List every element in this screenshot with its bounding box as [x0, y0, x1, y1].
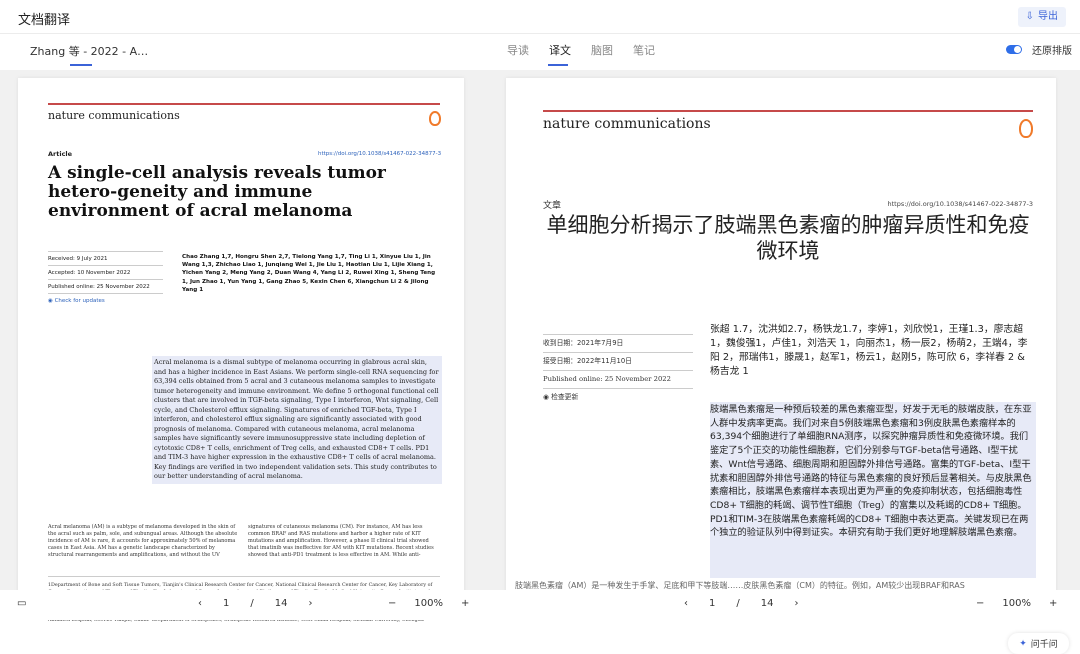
current-page[interactable]: 1 — [223, 598, 229, 609]
author-list: 张超 1.7，沈洪如2.7，杨铁龙1.7，李婷1，刘欣悦1，王瑾1.3，廖志超1… — [710, 324, 1028, 377]
article-label: Article — [48, 150, 73, 158]
tab-notes[interactable]: 笔记 — [633, 42, 655, 58]
next-page-icon[interactable]: › — [794, 598, 798, 609]
zoom-level: 100% — [414, 598, 443, 609]
current-page[interactable]: 1 — [709, 598, 715, 609]
doi-link[interactable]: https://doi.org/10.1038/s41467-022-34877… — [887, 200, 1033, 208]
export-button[interactable]: ⇩ 导出 — [1017, 7, 1066, 27]
document-tab[interactable]: Zhang 等 - 2022 - A… — [30, 43, 148, 59]
tab-mindmap[interactable]: 脑图 — [591, 42, 613, 58]
document-tab-bar: Zhang 等 - 2022 - A… — [0, 34, 486, 70]
received-date: Received: 9 July 2021 — [48, 251, 163, 265]
app-title: 文档翻译 — [18, 13, 71, 28]
journal-rule — [48, 103, 440, 105]
next-page-icon[interactable]: › — [308, 598, 312, 609]
total-pages: 14 — [274, 598, 288, 609]
top-bar: 文档翻译 ⇩ 导出 — [0, 0, 1080, 34]
page-separator: / — [250, 598, 254, 609]
ask-qianwen-button[interactable]: ✦ 问千问 — [1008, 633, 1069, 654]
doi-link[interactable]: https://doi.org/10.1038/s41467-022-34877… — [318, 151, 441, 157]
accepted-date: Accepted: 10 November 2022 — [48, 265, 163, 279]
active-tab-indicator — [70, 64, 92, 66]
zoom-out-icon[interactable]: − — [976, 598, 984, 609]
sidebar-toggle-icon[interactable]: ▭ — [17, 598, 26, 609]
ask-qianwen-label: 问千问 — [1030, 640, 1058, 650]
original-document-pane: Zhang 等 - 2022 - A… nature communication… — [0, 34, 486, 623]
body-columns: Acral melanoma (AM) is a subtype of mela… — [48, 524, 440, 559]
left-zoom: − 100% + — [388, 598, 469, 609]
right-pager: ‹ 1 / 14 › — [684, 598, 798, 609]
check-updates-link[interactable]: ◉ Check for updates — [48, 293, 163, 307]
journal-name: nature communications — [48, 109, 180, 122]
right-zoom: − 100% + — [976, 598, 1057, 609]
dates-box: 收到日期：2021年7月9日 接受日期：2022年11月10日 Publishe… — [543, 334, 693, 406]
total-pages: 14 — [760, 598, 774, 609]
abstract-paragraph[interactable]: Acral melanoma is a dismal subtype of me… — [152, 356, 442, 484]
left-pager: ‹ 1 / 14 › — [198, 598, 312, 609]
zoom-out-icon[interactable]: − — [388, 598, 396, 609]
page-separator: / — [736, 598, 740, 609]
article-title: 单细胞分析揭示了肢端黑色素瘤的肿瘤异质性和免疫微环境 — [546, 213, 1030, 263]
journal-rule — [543, 110, 1033, 112]
assistant-icon: ✦ — [1019, 638, 1027, 649]
check-updates-link[interactable]: ◉ 检查更新 — [543, 388, 693, 406]
tab-translation[interactable]: 译文 — [549, 42, 571, 58]
published-date: Published online: 25 November 2022 — [543, 370, 693, 388]
article-title: A single-cell analysis reveals tumor het… — [48, 163, 386, 221]
body-column-right: signatures of cutaneous melanoma (CM). F… — [248, 524, 434, 558]
translation-tab-bar: 导读 译文 脑图 笔记 还原排版 — [486, 34, 1080, 70]
open-access-icon — [429, 111, 441, 126]
zoom-in-icon[interactable]: + — [1049, 598, 1057, 609]
restore-layout-label: 还原排版 — [1032, 46, 1072, 57]
export-label: 导出 — [1038, 11, 1058, 22]
journal-name: nature communications — [543, 116, 711, 132]
body-column-left: Acral melanoma (AM) is a subtype of mela… — [48, 524, 238, 558]
translated-page: nature communications 文章 https://doi.org… — [506, 78, 1069, 654]
prev-page-icon[interactable]: ‹ — [684, 598, 688, 609]
published-date: Published online: 25 November 2022 — [48, 279, 163, 293]
dates-box: Received: 9 July 2021 Accepted: 10 Novem… — [48, 251, 163, 307]
prev-page-icon[interactable]: ‹ — [198, 598, 202, 609]
accepted-date: 接受日期：2022年11月10日 — [543, 352, 693, 370]
zoom-in-icon[interactable]: + — [461, 598, 469, 609]
article-label: 文章 — [543, 201, 562, 211]
restore-layout-toggle[interactable] — [1006, 45, 1022, 54]
received-date: 收到日期：2021年7月9日 — [543, 334, 693, 352]
left-bottom-toolbar: ▭ ‹ 1 / 14 › − 100% + — [0, 590, 486, 620]
zoom-level: 100% — [1002, 598, 1031, 609]
tab-guide[interactable]: 导读 — [507, 42, 529, 58]
download-icon: ⇩ — [1025, 11, 1034, 22]
original-page: nature communications Article https://do… — [18, 78, 464, 623]
check-icon: ◉ — [543, 393, 552, 401]
translated-abstract[interactable]: 肢端黑色素瘤是一种预后较差的黑色素瘤亚型，好发于无毛的肢端皮肤，在东亚人群中发病… — [710, 402, 1036, 578]
open-access-icon — [1019, 119, 1033, 138]
author-list: Chao Zhang 1,7, Hongru Shen 2,7, Tielong… — [182, 254, 436, 293]
translation-pane: 导读 译文 脑图 笔记 还原排版 nature communications 文… — [486, 34, 1080, 654]
active-tab-indicator — [548, 64, 568, 66]
right-bottom-toolbar: ‹ 1 / 14 › − 100% + — [486, 590, 1080, 620]
